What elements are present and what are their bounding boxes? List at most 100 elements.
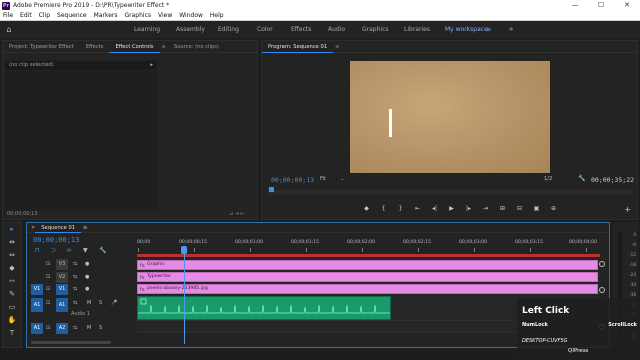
step-back-icon[interactable]: ◂| [426, 205, 443, 212]
clip-graphic[interactable]: fx Graphic [137, 260, 598, 270]
tab-source[interactable]: Source: (no clips) [168, 41, 225, 53]
mark-out-icon[interactable]: } [392, 205, 409, 212]
timeline-ruler[interactable]: 00;00 00;00;00;15 00;00;01;00 00;00;01;1… [137, 240, 600, 254]
menu-help[interactable]: Help [210, 12, 224, 19]
step-forward-icon[interactable]: |▸ [460, 205, 477, 212]
workspace-learning[interactable]: Learning [134, 21, 160, 38]
program-menu-icon[interactable]: ≡ [333, 41, 341, 53]
menu-graphics[interactable]: Graphics [125, 12, 152, 19]
eye-icon[interactable]: ● [85, 259, 89, 270]
menu-view[interactable]: View [158, 12, 172, 19]
track-label-v2[interactable]: V2 [56, 272, 68, 283]
timeline-playhead-handle[interactable] [181, 246, 187, 254]
slip-tool-icon[interactable]: ⇿ [3, 275, 21, 288]
comparison-view-icon[interactable]: ⊕ [545, 205, 562, 212]
linked-selection-icon[interactable]: ⊳ [67, 247, 83, 254]
extract-icon[interactable]: ⊟ [511, 205, 528, 212]
zoom-fit-select[interactable]: Fit ⌄ [320, 176, 344, 182]
audio-clip[interactable] [137, 296, 391, 320]
snap-icon[interactable]: ⊃ [51, 247, 67, 254]
timeline-settings-icon[interactable]: 🔧 [99, 247, 115, 254]
pen-tool-icon[interactable]: ✎ [3, 288, 21, 301]
selection-tool-icon[interactable]: ▸ [3, 223, 21, 236]
workspace-menu-icon[interactable]: ≡ [486, 21, 491, 38]
maximize-button[interactable]: ☐ [588, 0, 614, 11]
source-patch-v1[interactable]: V1 [31, 284, 43, 295]
tab-effect-controls[interactable]: Effect Controls [109, 41, 160, 53]
lock-icon[interactable]: ⊡ [46, 323, 50, 334]
mute-button[interactable]: M [87, 298, 91, 309]
track-label-a1[interactable]: A1 [56, 298, 68, 312]
track-select-tool-icon[interactable]: ⇹ [3, 236, 21, 249]
mute-button[interactable]: M [87, 323, 91, 334]
timeline-menu-icon[interactable]: ≡ [81, 223, 89, 233]
program-video-frame[interactable] [350, 61, 550, 173]
more-workspaces-icon[interactable]: » [509, 21, 513, 38]
workspace-libraries[interactable]: Libraries [404, 21, 430, 38]
menu-markers[interactable]: Markers [94, 12, 118, 19]
eye-icon[interactable]: ● [85, 272, 89, 283]
timeline-timecode[interactable]: 00;00;00;13 [33, 236, 79, 244]
lock-icon[interactable]: ⊡ [46, 298, 50, 309]
workspace-effects[interactable]: Effects [291, 21, 311, 38]
menu-sequence[interactable]: Sequence [57, 12, 87, 19]
lock-icon[interactable]: ⊡ [46, 284, 50, 295]
add-marker-icon[interactable]: ◆ [358, 205, 375, 212]
track-label-v1[interactable]: V1 [56, 284, 68, 295]
workspace-assembly[interactable]: Assembly [176, 21, 205, 38]
solo-button[interactable]: S [99, 298, 102, 309]
type-tool-icon[interactable]: T [3, 327, 21, 340]
close-icon[interactable]: ✕ [27, 225, 35, 231]
eye-icon[interactable]: ● [85, 284, 89, 295]
tab-menu-icon[interactable]: ≡ [160, 41, 168, 53]
scroll-handle[interactable] [599, 287, 605, 293]
workspace-editing[interactable]: Editing [218, 21, 239, 38]
track-label-a2[interactable]: A2 [56, 323, 68, 334]
source-patch-a1[interactable]: A1 [31, 298, 43, 312]
program-scrubber[interactable] [268, 187, 634, 194]
chevron-right-icon[interactable]: ▸ [150, 61, 153, 70]
timeline-horizontal-scrollbar[interactable] [31, 341, 111, 344]
workspace-color[interactable]: Color [257, 21, 273, 38]
mark-in-icon[interactable]: { [375, 205, 392, 212]
workspace-audio[interactable]: Audio [328, 21, 345, 38]
sync-lock-icon[interactable]: ⇆ [73, 284, 77, 295]
close-button[interactable]: ✕ [614, 0, 640, 11]
scroll-handle[interactable] [599, 261, 605, 267]
tab-project[interactable]: Project: Typewriter Effect [3, 41, 80, 53]
hand-tool-icon[interactable]: ✋ [3, 314, 21, 327]
export-frame-icon[interactable]: ▣ [528, 205, 545, 212]
sync-lock-icon[interactable]: ⇆ [73, 298, 77, 309]
minimize-button[interactable]: — [562, 0, 588, 11]
tab-effects[interactable]: Effects [80, 41, 110, 53]
source-patch-a2[interactable]: A1 [31, 323, 43, 334]
go-to-out-icon[interactable]: ⇥ [477, 205, 494, 212]
tab-sequence-01[interactable]: Sequence 01 [35, 223, 82, 233]
effect-controls-footer-icons[interactable]: ⊿ ⇥ ⇤ [229, 211, 245, 217]
sync-lock-icon[interactable]: ⇆ [73, 259, 77, 270]
playback-resolution-select[interactable]: 1/2 [544, 176, 552, 182]
button-editor-icon[interactable]: + [624, 205, 631, 214]
workspace-my-workspace[interactable]: My workspace [445, 21, 488, 38]
tab-program[interactable]: Program: Sequence 01 [262, 41, 334, 53]
ripple-edit-tool-icon[interactable]: ⇔ [3, 249, 21, 262]
go-to-in-icon[interactable]: ⇤ [409, 205, 426, 212]
nest-toggle-icon[interactable]: ⊓ [35, 247, 51, 254]
sync-lock-icon[interactable]: ⇆ [73, 323, 77, 334]
menu-edit[interactable]: Edit [20, 12, 32, 19]
lock-icon[interactable]: ⊡ [46, 272, 50, 283]
menu-file[interactable]: File [3, 12, 13, 19]
play-icon[interactable]: ▶ [443, 205, 460, 212]
menu-window[interactable]: Window [179, 12, 203, 19]
rectangle-tool-icon[interactable]: ▭ [3, 301, 21, 314]
clip-typewriter[interactable]: fx Typewriter [137, 272, 598, 282]
microphone-icon[interactable]: 🎤 [111, 298, 117, 309]
add-marker-icon[interactable]: ▼ [83, 247, 99, 254]
wrench-icon[interactable]: 🔧 [578, 175, 585, 182]
clip-select[interactable]: (no clip selected) ▸ [5, 61, 157, 70]
lock-icon[interactable]: ⊡ [46, 259, 50, 270]
workspace-graphics[interactable]: Graphics [362, 21, 389, 38]
clip-background-image[interactable]: fx pexels-abaxey-233985.jpg [137, 284, 598, 294]
home-icon[interactable]: ⌂ [0, 25, 18, 34]
solo-button[interactable]: S [99, 323, 102, 334]
